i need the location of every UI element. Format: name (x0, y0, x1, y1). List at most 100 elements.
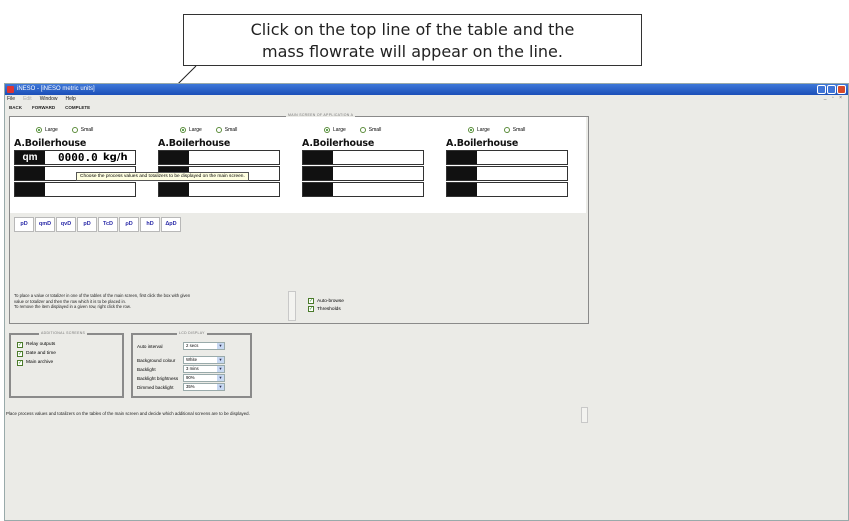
close-button[interactable] (837, 85, 846, 94)
radio-small[interactable]: Small (503, 127, 525, 133)
status-text: Place process values and totalizers on t… (6, 411, 250, 416)
table-row[interactable]: qm 0000.0 kg/h (14, 150, 136, 165)
minimize-button[interactable] (817, 85, 826, 94)
background-colour-select[interactable]: White ▼ (183, 356, 225, 364)
auto-browse-checkbox[interactable]: ✓ Auto-browse (308, 297, 344, 305)
main-archive-checkbox[interactable]: ✓ Main archive (17, 358, 56, 367)
menu-file[interactable]: File (7, 95, 15, 103)
mdi-controls[interactable]: _ ▫ × (824, 95, 844, 101)
radio-large[interactable]: Large (324, 127, 346, 133)
menu-help[interactable]: Help (65, 95, 75, 103)
thresholds-checkbox[interactable]: ✓ Thresholds (308, 305, 344, 313)
chevron-down-icon: ▼ (217, 343, 224, 349)
hint-line: To remove the item displayed in a given … (14, 304, 131, 309)
title-bar: iNESO - [iNESO metric units] (5, 84, 848, 95)
radio-large[interactable]: Large (36, 127, 58, 133)
backlight-brightness-select[interactable]: 90% ▼ (183, 374, 225, 382)
param-dp-button[interactable]: ΔpD (161, 217, 181, 232)
screen-panel-2: Large Small A.Boilerhouse (154, 117, 296, 213)
auto-browse-label: Auto-browse (317, 298, 344, 304)
table-row[interactable] (446, 182, 568, 197)
dimmed-backlight-select[interactable]: 35% ▼ (183, 383, 225, 391)
background-colour-row: Background colour White ▼ (137, 356, 225, 364)
menu-window[interactable]: Window (40, 95, 58, 103)
menu-bar: File Edit Window Help (5, 95, 848, 103)
table-row[interactable] (302, 150, 424, 165)
param-rho-button[interactable]: ρD (119, 217, 139, 232)
parameter-toolbar: pD qmD qvD pD TcD ρD hD ΔpD (14, 217, 181, 232)
radio-dot-icon (71, 127, 78, 133)
auto-interval-row: Auto interval 2 secs ▼ (137, 342, 225, 350)
thresholds-label: Thresholds (317, 306, 341, 312)
table-row[interactable] (158, 182, 280, 197)
browse-options: ✓ Auto-browse ✓ Thresholds (308, 297, 344, 313)
complete-button[interactable]: COMPLETE (65, 103, 90, 112)
main-screen-panels: Large Small A.Boilerhouse qm 0000.0 kg/h (10, 117, 586, 213)
radio-large-label: Large (45, 127, 58, 133)
panel-title: A.Boilerhouse (158, 138, 231, 149)
radio-small[interactable]: Small (359, 127, 381, 133)
param-h-button[interactable]: hD (140, 217, 160, 232)
table-row[interactable] (302, 166, 424, 181)
table-row[interactable] (14, 182, 136, 197)
additional-screens-title: ADDITIONAL SCREENS (39, 331, 88, 335)
field-label: Backlight (137, 366, 156, 372)
table-row[interactable] (302, 182, 424, 197)
backlight-row: Backlight 3 mins ▼ (137, 365, 225, 373)
field-label: Dimmed backlight (137, 384, 174, 390)
checkmark-icon: ✓ (17, 359, 23, 366)
table-row[interactable] (446, 150, 568, 165)
param-qv-button[interactable]: qvD (56, 217, 76, 232)
radio-large[interactable]: Large (468, 127, 490, 133)
menu-edit[interactable]: Edit (23, 95, 32, 103)
auto-interval-select[interactable]: 2 secs ▼ (183, 342, 225, 350)
app-icon (7, 86, 14, 93)
panel-title: A.Boilerhouse (446, 138, 519, 149)
radio-large[interactable]: Large (180, 127, 202, 133)
back-button[interactable]: BACK (9, 103, 22, 112)
param-p2-button[interactable]: pD (77, 217, 97, 232)
select-value: 35% (186, 384, 195, 389)
radio-small[interactable]: Small (71, 127, 94, 133)
radio-dot-icon (503, 127, 510, 133)
relay-outputs-checkbox[interactable]: ✓ Relay outputs (17, 340, 56, 349)
hint-scrollbar[interactable] (288, 291, 296, 321)
field-label: Backlight brightness (137, 375, 179, 381)
screen-panel-1: Large Small A.Boilerhouse qm 0000.0 kg/h (10, 117, 152, 213)
screen-panel-3: Large Small A.Boilerhouse (298, 117, 440, 213)
chevron-down-icon: ▼ (217, 384, 224, 390)
radio-large-label: Large (333, 127, 346, 133)
window-title: iNESO - [iNESO metric units] (17, 86, 95, 92)
table-row[interactable] (158, 150, 280, 165)
radio-small-label: Small (224, 127, 238, 133)
radio-dot-icon (180, 127, 186, 133)
select-value: White (186, 357, 197, 362)
checkbox-label: Main archive (26, 360, 54, 365)
radio-small-label: Small (80, 127, 94, 133)
checkbox-label: Date and time (26, 351, 56, 356)
qm-symbol: qm (15, 151, 45, 164)
chevron-down-icon: ▼ (217, 357, 224, 363)
radio-small[interactable]: Small (215, 127, 238, 133)
main-screen-group: Large Small A.Boilerhouse qm 0000.0 kg/h (9, 113, 589, 324)
param-p-button[interactable]: pD (14, 217, 34, 232)
checkmark-icon: ✓ (17, 350, 23, 357)
table-row[interactable] (446, 166, 568, 181)
maximize-button[interactable] (827, 85, 836, 94)
main-screen-group-title: MAIN SCREEN OF APPLICATION A (286, 113, 356, 117)
backlight-select[interactable]: 3 mins ▼ (183, 365, 225, 373)
lcd-display-title: LCD DISPLAY (177, 331, 207, 335)
dimmed-backlight-row: Dimmed backlight 35% ▼ (137, 383, 225, 391)
instruction-callout: Click on the top line of the table and t… (183, 14, 642, 66)
checkmark-icon: ✓ (308, 306, 314, 312)
checkbox-label: Relay outputs (26, 342, 56, 347)
backlight-brightness-row: Backlight brightness 90% ▼ (137, 374, 225, 382)
date-time-checkbox[interactable]: ✓ Date and time (17, 349, 56, 358)
param-tc-button[interactable]: TcD (98, 217, 118, 232)
field-label: Auto interval (137, 343, 163, 349)
forward-button[interactable]: FORWARD (32, 103, 55, 112)
status-scrollbar[interactable] (581, 407, 588, 423)
param-qm-button[interactable]: qmD (35, 217, 55, 232)
chevron-down-icon: ▼ (217, 366, 224, 372)
radio-large-label: Large (477, 127, 490, 133)
